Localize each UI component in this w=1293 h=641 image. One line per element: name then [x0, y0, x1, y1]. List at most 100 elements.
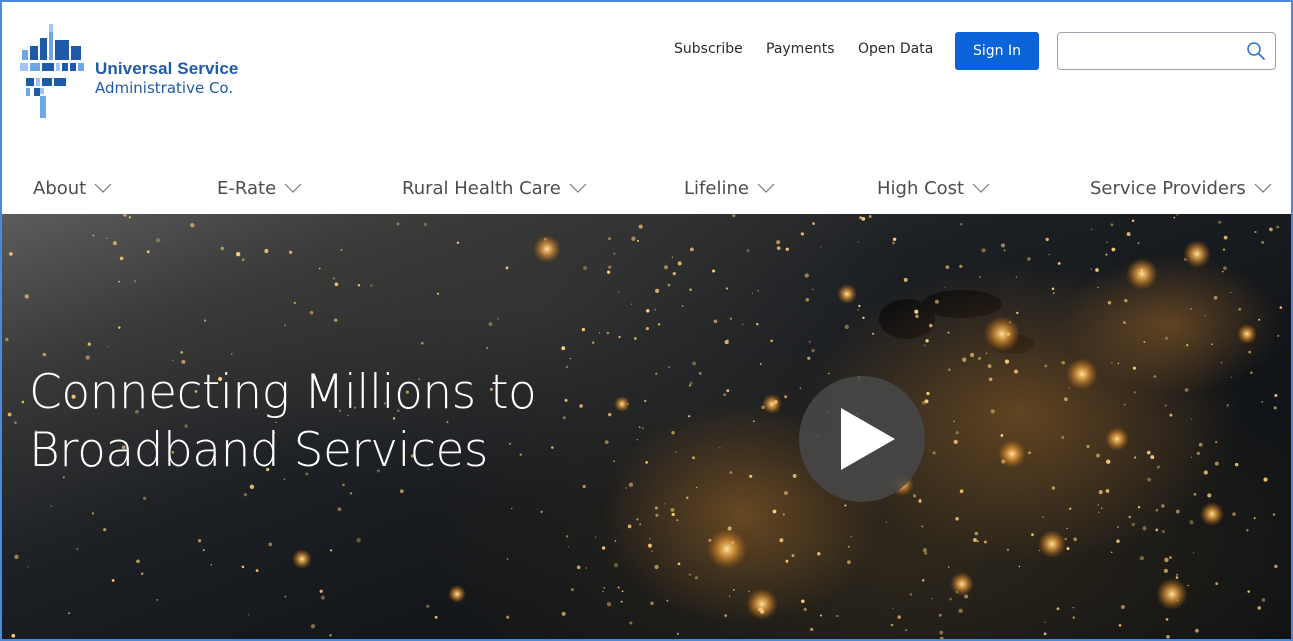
city-light — [1207, 493, 1212, 498]
city-light — [105, 237, 108, 240]
search-icon[interactable] — [1246, 41, 1266, 61]
city-light — [1276, 225, 1280, 229]
city-light — [1128, 515, 1131, 519]
city-light — [719, 446, 721, 449]
city-light — [310, 624, 316, 629]
city-light — [924, 551, 928, 555]
nav-item-rural-health-care[interactable]: Rural Health Care — [402, 170, 587, 206]
city-light — [1018, 565, 1021, 568]
subscribe-link[interactable]: Subscribe — [674, 41, 743, 57]
city-light — [230, 353, 233, 355]
city-light — [987, 364, 992, 368]
chevron-down-icon — [757, 183, 775, 193]
city-light — [1006, 548, 1009, 551]
city-light — [621, 590, 624, 593]
city-light — [1123, 321, 1126, 324]
city-light — [561, 611, 566, 616]
city-light — [236, 252, 241, 257]
city-light — [421, 341, 424, 345]
city-light — [156, 599, 159, 601]
city-light — [1273, 406, 1277, 410]
city-light — [712, 269, 716, 273]
city-light — [1161, 504, 1165, 508]
city-light — [1051, 287, 1055, 291]
usac-logo-mark — [20, 24, 84, 118]
city-light — [1096, 453, 1100, 458]
hero-headline: Connecting Millions to Broadband Service… — [29, 364, 669, 480]
city-light — [103, 528, 107, 532]
city-light — [1187, 584, 1189, 587]
search-input[interactable] — [1066, 39, 1236, 63]
city-light — [844, 324, 849, 330]
city-light — [664, 503, 666, 505]
city-light — [1068, 387, 1071, 390]
city-light — [955, 517, 959, 521]
city-light — [1190, 418, 1193, 420]
nav-item-service-providers[interactable]: Service Providers — [1090, 170, 1272, 206]
hero-banner: Connecting Millions to Broadband Service… — [2, 214, 1291, 639]
city-light — [947, 331, 950, 334]
city-light — [293, 301, 296, 305]
city-light — [732, 588, 735, 591]
city-light — [749, 474, 753, 478]
city-light — [1166, 635, 1170, 639]
city-light — [724, 614, 727, 617]
city-light — [5, 337, 9, 342]
city-light — [284, 595, 287, 598]
nav-item-high-cost[interactable]: High Cost — [877, 170, 990, 206]
chevron-down-icon — [1254, 183, 1272, 193]
city-light — [606, 270, 611, 274]
city-light — [248, 614, 250, 616]
video-play-button[interactable] — [799, 376, 925, 502]
city-light — [885, 521, 888, 523]
city-light — [663, 265, 669, 270]
city-light — [598, 332, 601, 334]
city-light — [118, 280, 121, 283]
city-light — [1246, 529, 1249, 532]
city-light — [1097, 504, 1099, 506]
city-light — [803, 607, 807, 612]
city-light — [9, 252, 13, 256]
city-light — [497, 317, 499, 320]
payments-link[interactable]: Payments — [766, 41, 835, 57]
city-light — [1238, 307, 1242, 311]
city-light — [964, 594, 969, 599]
city-light — [1015, 276, 1018, 279]
nav-item-e-rate[interactable]: E-Rate — [217, 170, 302, 206]
city-light — [606, 331, 610, 335]
nav-item-about[interactable]: About — [33, 170, 112, 206]
nav-item-lifeline[interactable]: Lifeline — [684, 170, 775, 206]
city-light — [983, 540, 987, 544]
city-light — [757, 289, 760, 292]
open-data-link[interactable]: Open Data — [858, 41, 933, 57]
city-light — [1248, 350, 1252, 354]
city-light — [1086, 445, 1090, 448]
city-light — [922, 579, 925, 582]
city-light — [1176, 599, 1179, 602]
city-light — [288, 250, 293, 254]
city-light — [645, 326, 650, 331]
city-light — [284, 324, 286, 327]
usac-logo[interactable]: Universal Service Administrative Co. — [16, 22, 296, 122]
city-light — [156, 238, 161, 243]
city-light — [677, 562, 681, 566]
city-light — [921, 525, 924, 528]
city-light — [1164, 557, 1169, 563]
city-light — [892, 237, 897, 242]
city-light — [1107, 300, 1112, 305]
play-icon — [841, 408, 895, 470]
city-light — [613, 563, 619, 568]
city-light — [634, 337, 637, 340]
city-light — [1000, 434, 1004, 437]
city-light — [976, 540, 979, 543]
city-light — [1253, 517, 1256, 520]
city-light — [1230, 291, 1232, 294]
city-light — [1027, 257, 1031, 261]
city-light — [602, 590, 604, 593]
city-light — [567, 546, 570, 548]
city-light — [1101, 507, 1103, 509]
city-light — [561, 346, 566, 351]
sign-in-button[interactable]: Sign In — [955, 32, 1039, 70]
chevron-down-icon — [972, 183, 990, 193]
search-box — [1057, 32, 1276, 70]
